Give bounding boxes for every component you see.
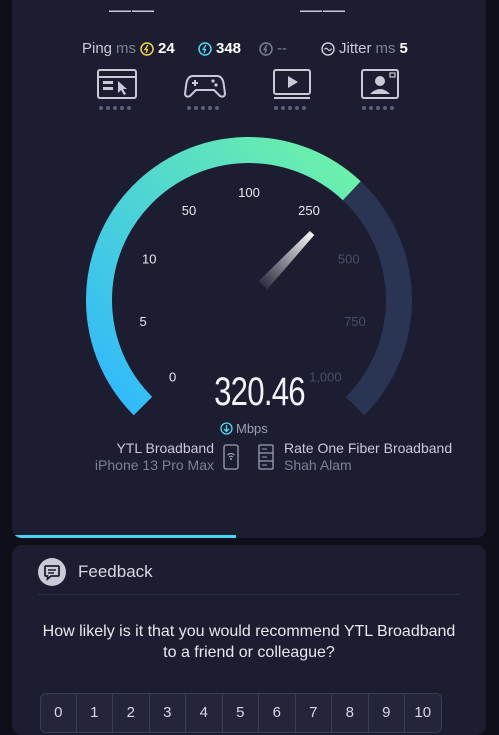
feedback-card: Feedback How likely is it that you would… (12, 545, 486, 735)
server-location: Shah Alam (284, 457, 352, 473)
video-call-icon (361, 69, 399, 99)
feedback-title: Feedback (78, 562, 153, 581)
test-progress-bar (12, 535, 236, 538)
browse-level-dots (99, 106, 131, 110)
gauge-tick-500: 500 (338, 252, 360, 267)
video-level-dots (274, 106, 306, 110)
nps-option-4[interactable]: 4 (186, 693, 223, 733)
gauge-tick-0: 0 (169, 369, 176, 384)
speed-value: 320.46 (214, 370, 306, 414)
download-placeholder: —— (109, 0, 155, 22)
nps-option-6[interactable]: 6 (259, 693, 296, 733)
feedback-header: Feedback (38, 558, 153, 586)
feedback-divider (38, 594, 460, 595)
gauge-tick-labels: 0 5 10 50 100 250 500 750 1,000 (139, 185, 365, 384)
nps-option-9[interactable]: 9 (368, 693, 405, 733)
ping-idle: Ping ms 24 (82, 40, 175, 57)
upload-placeholder: —— (300, 0, 346, 22)
server-name: Rate One Fiber Broadband (284, 440, 453, 456)
ping-row: Ping ms 24 348 -- Jitter ms 5 (12, 40, 486, 60)
gauge-tick-750: 750 (344, 314, 366, 329)
speedtest-card: —— —— Ping ms 24 348 -- Jitter ms 5 0 5 … (12, 0, 486, 538)
jitter-value: 5 (399, 40, 408, 57)
download-arrow-icon (220, 422, 233, 435)
gauge-needle (258, 230, 315, 290)
video-call-test[interactable] (359, 68, 403, 114)
gauge-fill (86, 137, 361, 416)
nps-option-5[interactable]: 5 (222, 693, 259, 733)
gaming-level-dots (187, 106, 219, 110)
isp-info[interactable]: YTL Broadband iPhone 13 Pro Max (88, 440, 214, 474)
nps-scale: 0 1 2 3 4 5 6 7 8 9 10 (40, 693, 442, 733)
device-name: iPhone 13 Pro Max (94, 457, 214, 473)
upload-latency-value: -- (277, 40, 287, 57)
idle-latency-value: 24 (158, 40, 175, 57)
jitter-label: Jitter (339, 40, 372, 57)
ping-unit: ms (116, 40, 137, 57)
upload-latency-icon (259, 41, 273, 56)
idle-latency-icon (140, 41, 154, 56)
video-test[interactable] (271, 68, 315, 114)
download-latency-icon (198, 41, 212, 56)
server-info[interactable]: Rate One Fiber Broadband Shah Alam (284, 440, 452, 474)
nps-option-1[interactable]: 1 (76, 693, 113, 733)
feedback-question: How likely is it that you would recommen… (42, 623, 456, 661)
gaming-test[interactable] (183, 68, 228, 114)
ping-download: 348 (198, 40, 241, 57)
video-call-level-dots (362, 106, 394, 110)
gauge-tick-100: 100 (238, 185, 260, 200)
speed-unit-label: Mbps (236, 421, 268, 436)
ping-label: Ping (82, 40, 113, 57)
browse-icon (97, 69, 137, 99)
gauge-tick-1000: 1,000 (309, 369, 342, 384)
gauge-tick-10: 10 (142, 252, 156, 267)
jitter: Jitter ms 5 (321, 40, 408, 57)
video-icon (273, 69, 311, 99)
server-icon (258, 444, 274, 470)
jitter-icon (321, 41, 335, 56)
nps-option-0[interactable]: 0 (40, 693, 77, 733)
download-latency-value: 348 (216, 40, 242, 57)
gaming-icon (183, 75, 227, 98)
gauge-tick-50: 50 (182, 203, 196, 218)
phone-wifi-icon (223, 444, 239, 470)
gauge-tick-250: 250 (298, 203, 320, 218)
jitter-unit: ms (375, 40, 396, 57)
ping-upload: -- (259, 40, 287, 57)
nps-option-7[interactable]: 7 (295, 693, 332, 733)
nps-option-10[interactable]: 10 (405, 693, 442, 733)
nps-option-8[interactable]: 8 (332, 693, 369, 733)
nps-option-3[interactable]: 3 (149, 693, 186, 733)
test-type-icons (12, 68, 486, 114)
nps-option-2[interactable]: 2 (113, 693, 150, 733)
browsing-test[interactable] (96, 68, 140, 114)
feedback-icon (38, 558, 66, 586)
gauge-tick-5: 5 (139, 314, 146, 329)
speed-unit: Mbps (220, 421, 268, 436)
isp-name: YTL Broadband (116, 440, 214, 456)
